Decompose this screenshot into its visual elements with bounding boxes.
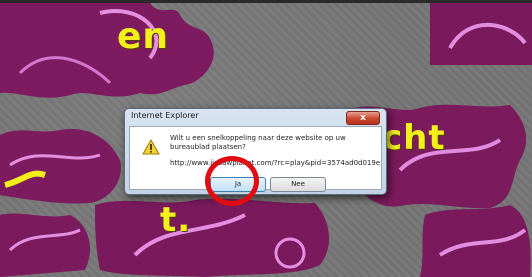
puzzle-piece[interactable] [95,195,335,277]
dialog-message: Wilt u een snelkoppeling naar deze websi… [170,134,346,151]
no-button[interactable]: Nee [270,177,326,192]
puzzle-text: cht [382,118,446,158]
puzzle-piece[interactable] [0,125,125,205]
warning-icon [142,139,160,155]
dialog-title: Internet Explorer [131,111,199,120]
close-button[interactable]: x [346,111,380,125]
puzzle-piece[interactable] [420,205,532,277]
puzzle-piece[interactable] [430,3,532,65]
puzzle-piece[interactable] [0,3,220,103]
dialog-url: http://www.jigsawplanet.com/?rc=play&pid… [170,159,381,167]
puzzle-text: en [117,16,170,57]
puzzle-text: t. [160,200,192,240]
highlight-circle [205,156,259,206]
dialog-titlebar[interactable]: Internet Explorer x [125,109,386,125]
puzzle-piece[interactable] [0,210,95,277]
